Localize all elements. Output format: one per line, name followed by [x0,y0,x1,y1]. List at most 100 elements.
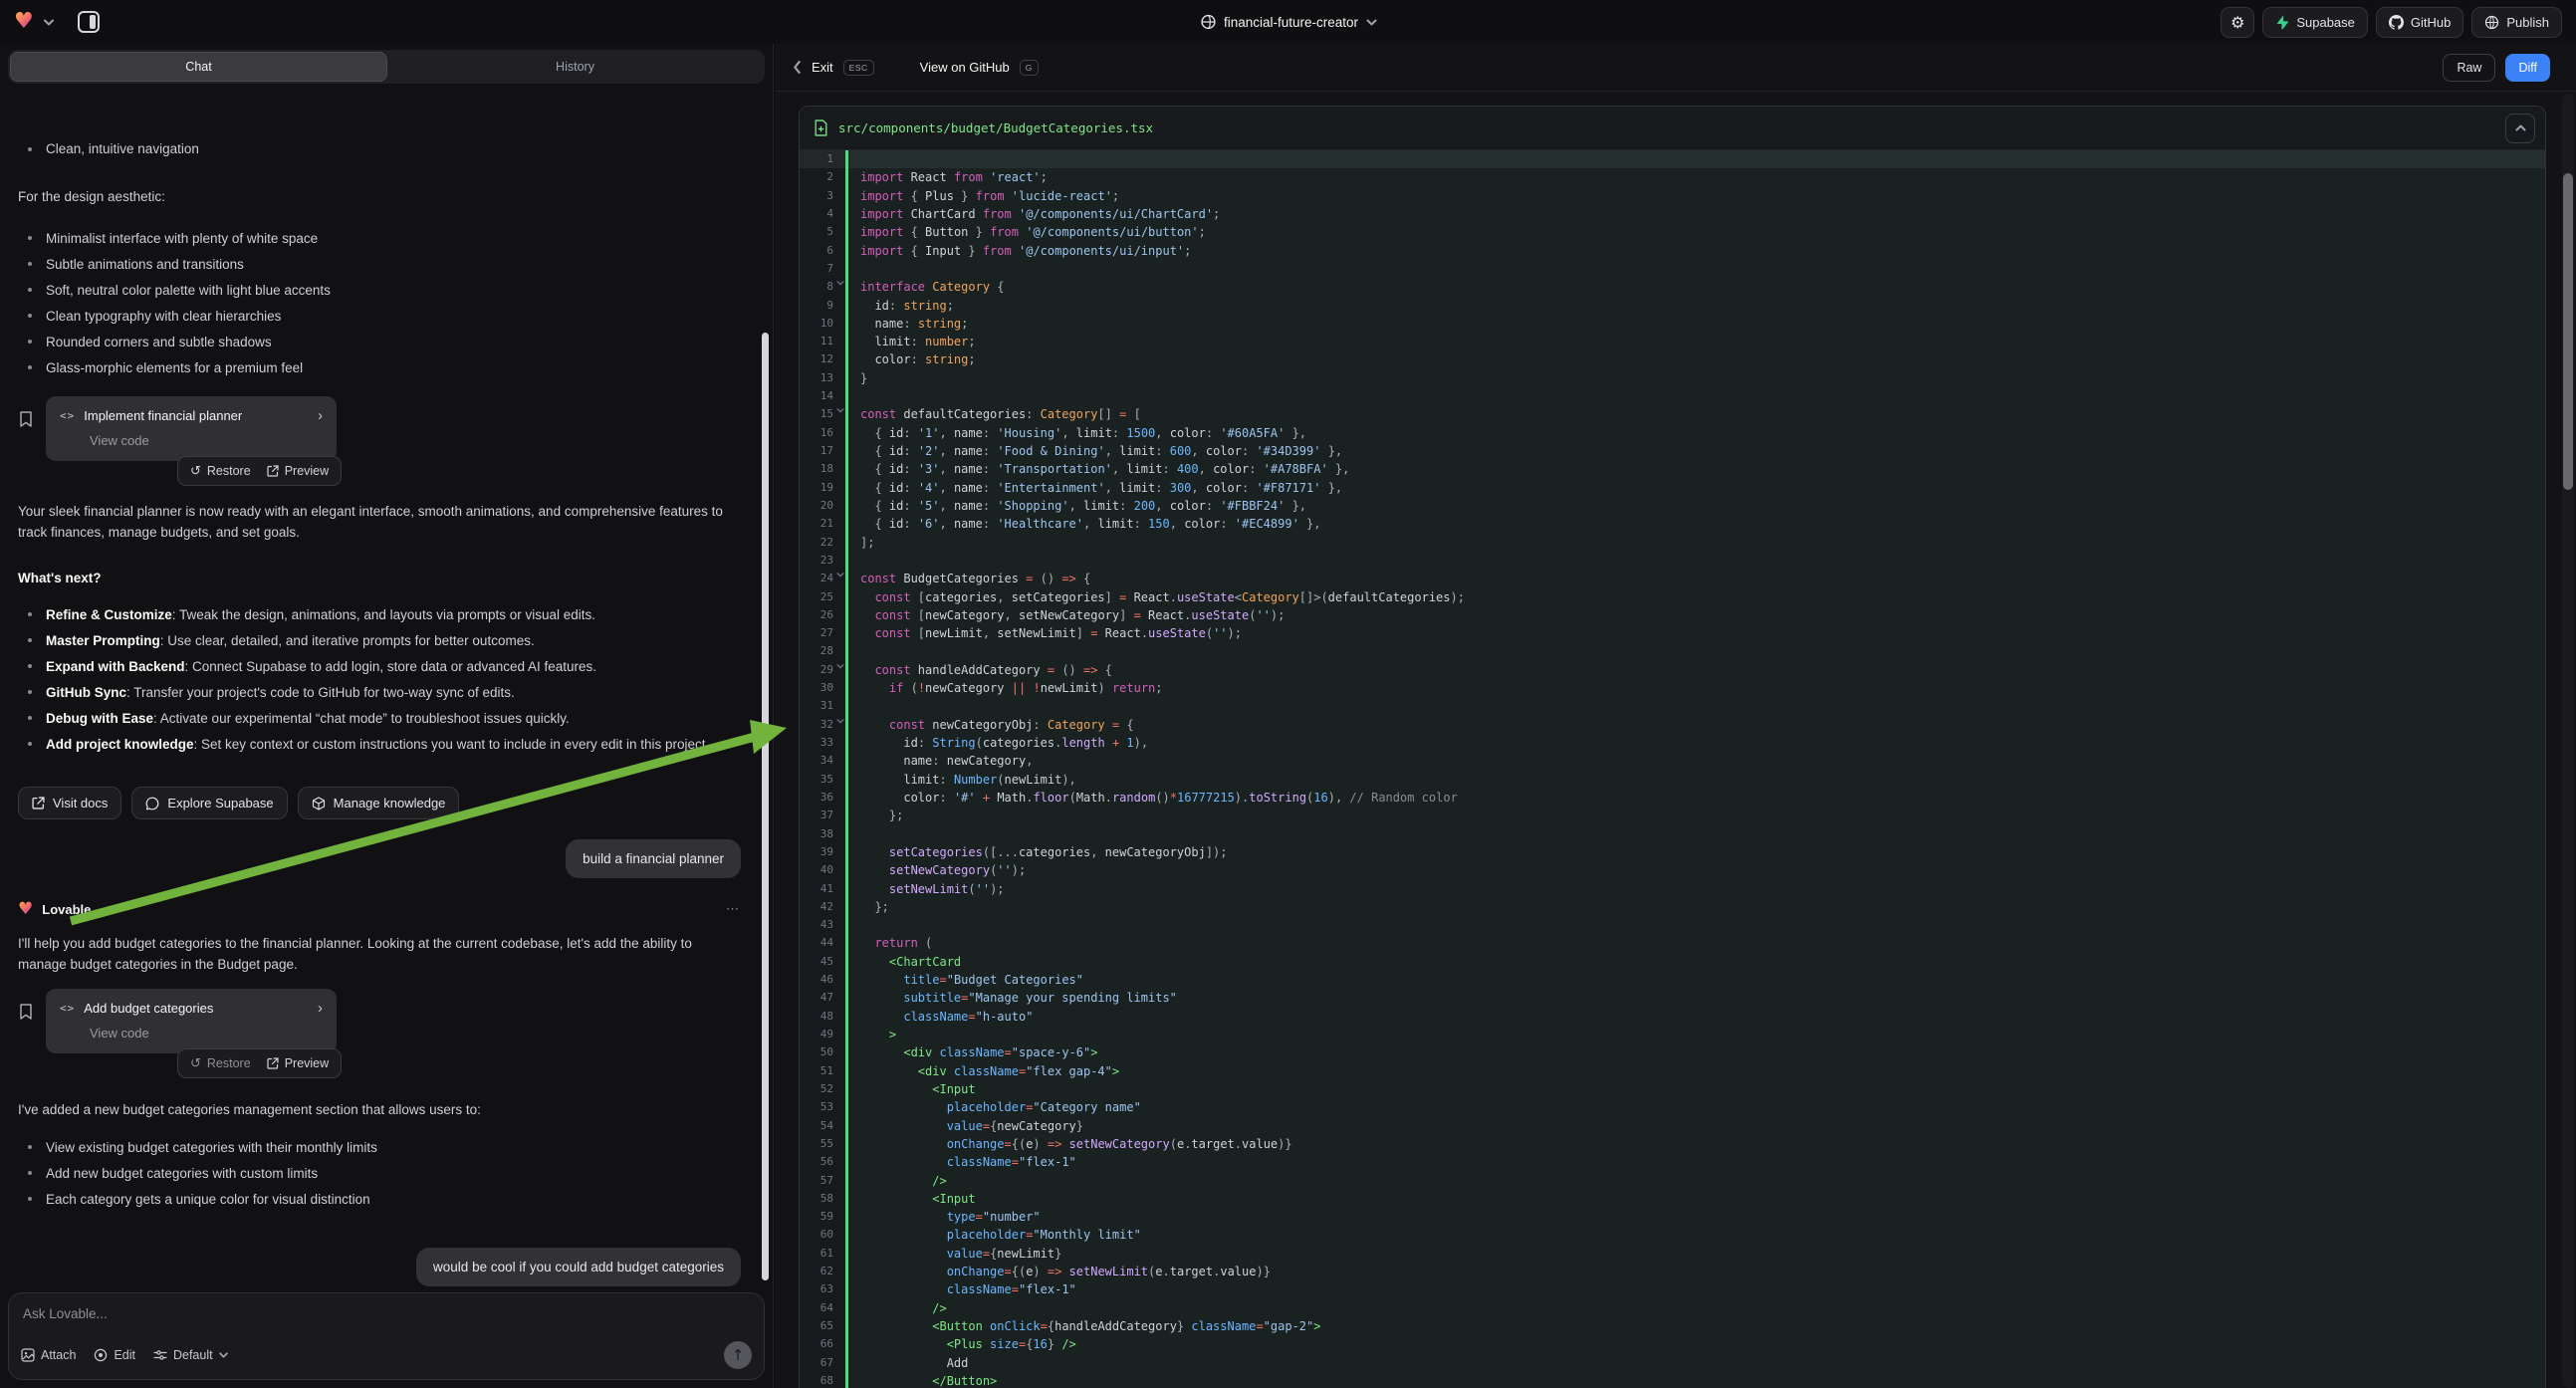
bullet-dot-icon [28,365,32,369]
bullet-dot-icon [28,716,32,720]
code-line: 32 const newCategoryObj: Category = { [800,716,2545,734]
bullet-dot-icon [28,664,32,668]
chat-scrollbar[interactable] [762,333,769,1280]
chat-message-list[interactable]: Clean, intuitive navigation For the desi… [0,90,773,1286]
line-number: 7 [800,260,845,278]
code-line: 11 limit: number; [800,333,2545,350]
code-line: 54 value={newCategory} [800,1117,2545,1135]
code-line-content: title="Budget Categories" [848,971,2545,989]
line-number: 31 [800,697,845,715]
send-button[interactable]: ↑ [724,1341,752,1369]
line-number: 4 [800,205,845,223]
code-line-content: /> [848,1172,2545,1190]
chevron-right-icon: › [318,407,323,424]
line-number: 68 [800,1372,845,1388]
code-line-content: const [newLimit, setNewLimit] = React.us… [848,624,2545,642]
code-line: 68 </Button> [800,1372,2545,1388]
logo-chevron-down-icon[interactable] [44,19,54,26]
code-editor[interactable]: 1 2import React from 'react';3import { P… [800,150,2545,1388]
fold-chevron-icon[interactable] [836,280,844,286]
line-number: 52 [800,1080,845,1098]
code-line: 13} [800,369,2545,387]
code-line-content: { id: '2', name: 'Food & Dining', limit:… [848,442,2545,460]
fold-chevron-icon[interactable] [836,718,844,724]
code-line-content: }; [848,807,2545,824]
sidebar-toggle-icon[interactable] [78,11,100,33]
bookmark-icon[interactable] [18,410,34,428]
code-line: 16 { id: '1', name: 'Housing', limit: 15… [800,424,2545,442]
chat-history-tabs: Chat History [8,50,765,84]
line-number: 34 [800,752,845,770]
code-line: 67 Add [800,1354,2545,1372]
code-line: 12 color: string; [800,350,2545,368]
fold-chevron-icon[interactable] [836,572,844,578]
chat-input-box[interactable]: Ask Lovable... Attach Edit Default ↑ [8,1292,765,1380]
github-label: GitHub [2411,15,2451,30]
design-bullet-list: Minimalist interface with plenty of whit… [18,225,755,380]
settings-button[interactable]: ⚙ [2221,7,2254,38]
line-number: 20 [800,497,845,515]
fold-chevron-icon[interactable] [836,663,844,669]
explore-supabase-button[interactable]: Explore Supabase [131,787,287,819]
code-line: 58 <Input [800,1190,2545,1208]
code-line: 23 [800,552,2545,570]
supabase-button[interactable]: Supabase [2262,7,2368,38]
bullet-dot-icon [28,314,32,318]
user-message: build a financial planner [566,839,741,878]
view-code-link[interactable]: View code [90,433,323,448]
line-number: 44 [800,934,845,952]
exit-button[interactable]: Exit [812,60,833,75]
code-line-content: placeholder="Category name" [848,1098,2545,1116]
code-line-content [848,642,2545,660]
file-header[interactable]: src/components/budget/BudgetCategories.t… [800,107,2545,150]
manage-knowledge-button[interactable]: Manage knowledge [298,787,460,819]
raw-toggle-button[interactable]: Raw [2443,54,2495,82]
tab-history[interactable]: History [387,52,763,82]
code-line: 15const defaultCategories: Category[] = … [800,405,2545,423]
diff-toggle-button[interactable]: Diff [2505,54,2550,82]
code-line-content: value={newLimit} [848,1245,2545,1263]
design-aesthetic-heading: For the design aesthetic: [18,186,735,207]
project-switcher[interactable]: financial-future-creator [1200,14,1376,30]
line-number: 13 [800,369,845,387]
attach-button[interactable]: Attach [21,1348,76,1362]
preview-button[interactable]: Preview [267,464,329,478]
bullet-dot-icon [28,612,32,616]
external-link-icon [267,465,279,477]
tab-chat[interactable]: Chat [10,52,387,82]
view-on-github-link[interactable]: View on GitHub [920,60,1010,75]
code-line-content: <div className="flex gap-4"> [848,1062,2545,1080]
line-number: 27 [800,624,845,642]
list-item: Master Prompting: Use clear, detailed, a… [18,627,755,653]
line-number: 46 [800,971,845,989]
restore-button[interactable]: ↺Restore [190,1056,251,1071]
preview-button[interactable]: Preview [267,1056,329,1070]
view-code-link[interactable]: View code [90,1026,323,1041]
chat-panel: Chat History Clean, intuitive navigation… [0,44,774,1388]
publish-label: Publish [2506,15,2549,30]
lovable-logo-icon[interactable]: ♥ [14,11,34,33]
restore-button[interactable]: ↺Restore [190,464,251,479]
code-line: 36 color: '#' + Math.floor(Math.random()… [800,789,2545,807]
code-line: 39 setCategories([...categories, newCate… [800,843,2545,861]
publish-button[interactable]: Publish [2471,7,2562,38]
edit-button[interactable]: Edit [94,1348,135,1362]
code-scrollbar[interactable] [2562,94,2574,1388]
list-item: Debug with Ease: Activate our experiment… [18,705,755,731]
list-item: Clean, intuitive navigation [18,136,755,162]
code-panel: Exit ESC View on GitHub G Raw Diff src/c… [775,44,2576,1388]
target-icon [94,1348,108,1362]
version-card-add-budget-categories[interactable]: <> Add budget categories › View code ↺Re… [46,989,337,1053]
model-selector[interactable]: Default [153,1348,228,1362]
version-card-implement-financial-planner[interactable]: <> Implement financial planner › View co… [46,396,337,461]
bookmark-icon[interactable] [18,1003,34,1021]
code-line-content: onChange={(e) => setNewCategory(e.target… [848,1135,2545,1153]
code-scrollbar-thumb[interactable] [2563,173,2573,490]
bullet-dot-icon [28,288,32,292]
fold-chevron-icon[interactable] [836,407,844,413]
github-button[interactable]: GitHub [2376,7,2463,38]
collapse-file-button[interactable] [2505,114,2535,143]
whats-next-heading: What's next? [18,571,755,585]
visit-docs-button[interactable]: Visit docs [18,787,121,819]
message-menu-button[interactable]: ⋯ [726,901,741,917]
